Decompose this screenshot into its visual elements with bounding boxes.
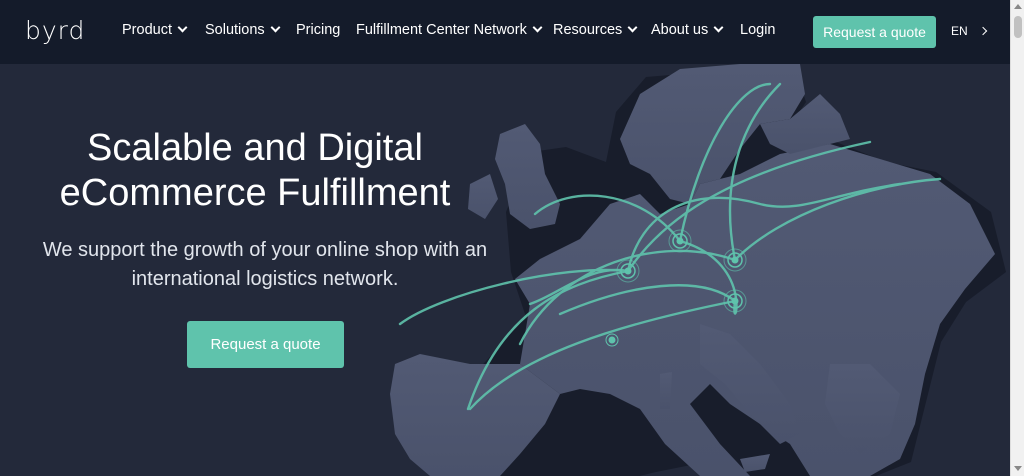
page-scrollbar[interactable] <box>1010 0 1024 476</box>
nav-about[interactable]: About us <box>651 22 724 38</box>
chevron-down-icon <box>177 22 188 33</box>
nav-pricing-label: Pricing <box>296 22 341 38</box>
scroll-down-arrow-icon[interactable] <box>1014 466 1022 471</box>
chevron-down-icon <box>627 22 638 33</box>
nav-resources-label: Resources <box>553 22 623 38</box>
corsica <box>660 372 672 409</box>
nav-resources[interactable]: Resources <box>553 22 638 38</box>
nav-solutions-label: Solutions <box>205 22 265 38</box>
logo-text: byrd <box>25 16 86 45</box>
hero-title-line-1: Scalable and Digital <box>87 127 423 169</box>
hero-title-line-2: eCommerce Fulfillment <box>59 172 451 214</box>
top-nav: byrd Product Solutions Pricing Fulfillme… <box>0 0 1010 64</box>
language-label: EN <box>951 24 968 38</box>
nav-login[interactable]: Login <box>740 22 775 38</box>
map-pin-icon <box>723 248 747 272</box>
map-pin-icon <box>723 289 747 313</box>
request-quote-hero-button[interactable]: Request a quote <box>187 321 344 368</box>
nav-product-label: Product <box>122 22 172 38</box>
hero-title: Scalable and Digital eCommerce Fulfillme… <box>30 126 480 216</box>
map-pin-icon <box>668 229 692 253</box>
chevron-down-icon <box>532 22 543 33</box>
scrollbar-thumb[interactable] <box>1014 16 1022 38</box>
nav-product[interactable]: Product <box>122 22 188 38</box>
scroll-up-arrow-icon[interactable] <box>1014 4 1022 9</box>
nav-solutions[interactable]: Solutions <box>205 22 281 38</box>
hero-subtitle-line-2: international logistics network. <box>131 268 399 290</box>
language-switcher[interactable]: EN <box>951 24 987 38</box>
chevron-right-icon <box>978 26 987 36</box>
nav-fulfillment-label: Fulfillment Center Network <box>356 22 527 38</box>
nav-about-label: About us <box>651 22 709 38</box>
chevron-down-icon <box>713 22 724 33</box>
hero-subtitle-line-1: We support the growth of your online sho… <box>42 239 488 261</box>
nav-fulfillment-network[interactable]: Fulfillment Center Network <box>356 22 543 38</box>
chevron-down-icon <box>270 22 281 33</box>
nav-pricing[interactable]: Pricing <box>296 22 340 38</box>
request-quote-nav-button[interactable]: Request a quote <box>813 16 936 48</box>
byrd-logo[interactable]: byrd <box>25 16 97 46</box>
map-pin-icon <box>616 259 640 283</box>
nav-login-label: Login <box>740 22 776 38</box>
hero-subtitle: We support the growth of your online sho… <box>30 236 500 294</box>
